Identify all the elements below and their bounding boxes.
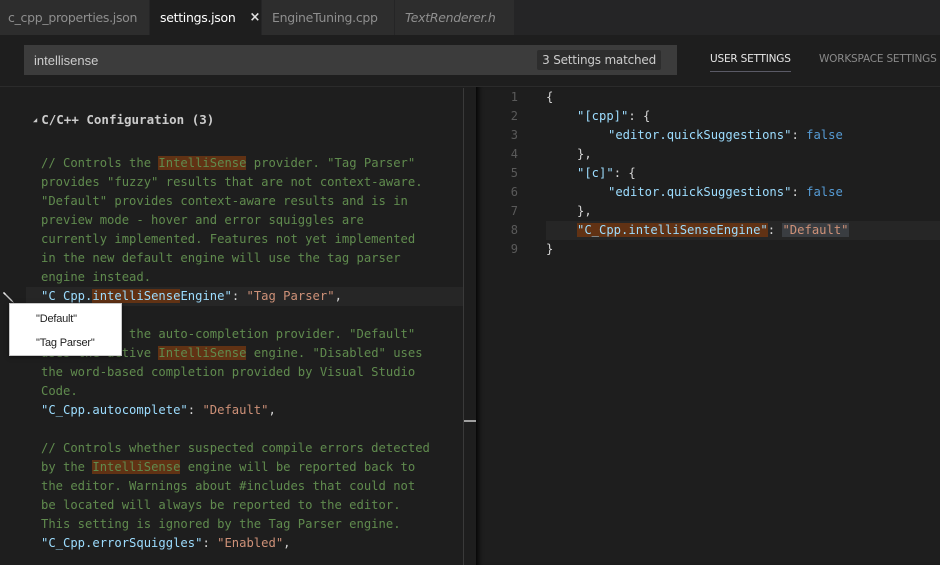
code-line-3: "editor.quickSuggestions": false xyxy=(608,128,843,142)
tab-label: EngineTuning.cpp xyxy=(272,10,378,25)
setting-line-autocomplete[interactable]: "C_Cpp.autocomplete": "Default", xyxy=(41,401,276,420)
tab-user-settings[interactable]: USER SETTINGS xyxy=(710,53,791,72)
settings-header: 3 Settings matched USER SETTINGS WORKSPA… xyxy=(0,35,940,87)
line-number: 5 xyxy=(510,166,518,180)
group-title: C/C++ Configuration (3) xyxy=(41,112,215,127)
setting-value: "Default" xyxy=(202,403,269,417)
dropdown-option-default[interactable]: "Default" xyxy=(36,309,77,329)
collapse-triangle-icon[interactable]: ◢ xyxy=(33,116,37,124)
tab-workspace-settings[interactable]: WORKSPACE SETTINGS xyxy=(819,53,937,65)
tab-label: settings.json xyxy=(160,10,236,25)
comment-line: in the new default engine will use the t… xyxy=(41,251,401,265)
search-match: intelliSense xyxy=(92,289,181,303)
left-pane-scrollbar[interactable] xyxy=(464,88,476,565)
settings-search-box: 3 Settings matched xyxy=(24,45,677,75)
line-number: 7 xyxy=(510,204,518,218)
code-line-8: "C_Cpp.intelliSenseEngine": "Default" xyxy=(577,223,849,237)
comment-line: Code. xyxy=(41,384,78,398)
tab-settings-json[interactable]: settings.json × xyxy=(150,0,262,35)
setting-line-error-squiggles[interactable]: "C_Cpp.errorSquiggles": "Enabled", xyxy=(41,534,291,553)
selected-value: "Default" xyxy=(782,223,849,237)
search-match: IntelliSense xyxy=(92,460,181,474)
comment-line: provides "fuzzy" results that are not co… xyxy=(41,175,423,189)
search-match: IntelliSense xyxy=(158,156,247,170)
comment-line: the word-based completion provided by Vi… xyxy=(41,365,416,379)
line-number: 4 xyxy=(510,147,518,161)
line-number: 8 xyxy=(510,223,518,237)
code-line-1: { xyxy=(546,90,554,104)
tab-label: TextRenderer.h xyxy=(405,10,496,25)
tab-label: c_cpp_properties.json xyxy=(8,10,138,25)
tab-c-cpp-properties[interactable]: c_cpp_properties.json xyxy=(0,0,150,35)
user-settings-editor[interactable]: 1 2 3 4 5 6 7 8 9 { "[cpp]": { "editor.q… xyxy=(476,87,940,565)
code-line-4: }, xyxy=(577,147,592,161)
comment-line: be located will always be reported to th… xyxy=(41,498,401,512)
comment-line: // Controls the IntelliSense provider. "… xyxy=(41,156,416,170)
comment-line: the editor. Warnings about #includes tha… xyxy=(41,479,416,493)
code-line-9: } xyxy=(546,242,554,256)
comment-line: currently implemented. Features not yet … xyxy=(41,232,416,246)
search-match: "C_Cpp.intelliSenseEngine" xyxy=(577,223,768,237)
setting-value: "Enabled" xyxy=(217,536,284,550)
line-number: 2 xyxy=(510,109,518,123)
settings-search-input[interactable] xyxy=(34,45,534,75)
tab-engine-tuning[interactable]: EngineTuning.cpp xyxy=(262,0,395,35)
comment-line: "Default" provides context-aware results… xyxy=(41,194,408,208)
search-match: IntelliSense xyxy=(158,346,247,360)
line-number: 6 xyxy=(510,185,518,199)
code-line-5: "[c]": { xyxy=(577,166,636,180)
settings-group-header[interactable]: ◢ C/C++ Configuration (3) xyxy=(33,112,214,127)
comment-line: preview mode - hover and error squiggles… xyxy=(41,213,364,227)
dropdown-option-tag-parser[interactable]: "Tag Parser" xyxy=(36,333,95,353)
comment-line: // Controls whether suspected compile er… xyxy=(41,441,430,455)
tab-text-renderer[interactable]: TextRenderer.h xyxy=(395,0,515,35)
value-options-dropdown: "Default" "Tag Parser" xyxy=(9,303,122,356)
comment-line: engine instead. xyxy=(41,270,152,284)
line-number: 3 xyxy=(510,128,518,142)
line-number: 9 xyxy=(510,242,518,256)
scroll-position-marker xyxy=(464,420,476,422)
close-icon[interactable]: × xyxy=(249,10,260,25)
code-line-6: "editor.quickSuggestions": false xyxy=(608,185,843,199)
code-line-7: }, xyxy=(577,204,592,218)
code-line-2: "[cpp]": { xyxy=(577,109,651,123)
match-count-badge: 3 Settings matched xyxy=(537,50,661,70)
line-number: 1 xyxy=(510,90,518,104)
editor-tab-bar: c_cpp_properties.json settings.json × En… xyxy=(0,0,940,35)
comment-line: by the IntelliSense engine will be repor… xyxy=(41,460,416,474)
setting-value: "Tag Parser" xyxy=(246,289,335,303)
comment-line: This setting is ignored by the Tag Parse… xyxy=(41,517,401,531)
